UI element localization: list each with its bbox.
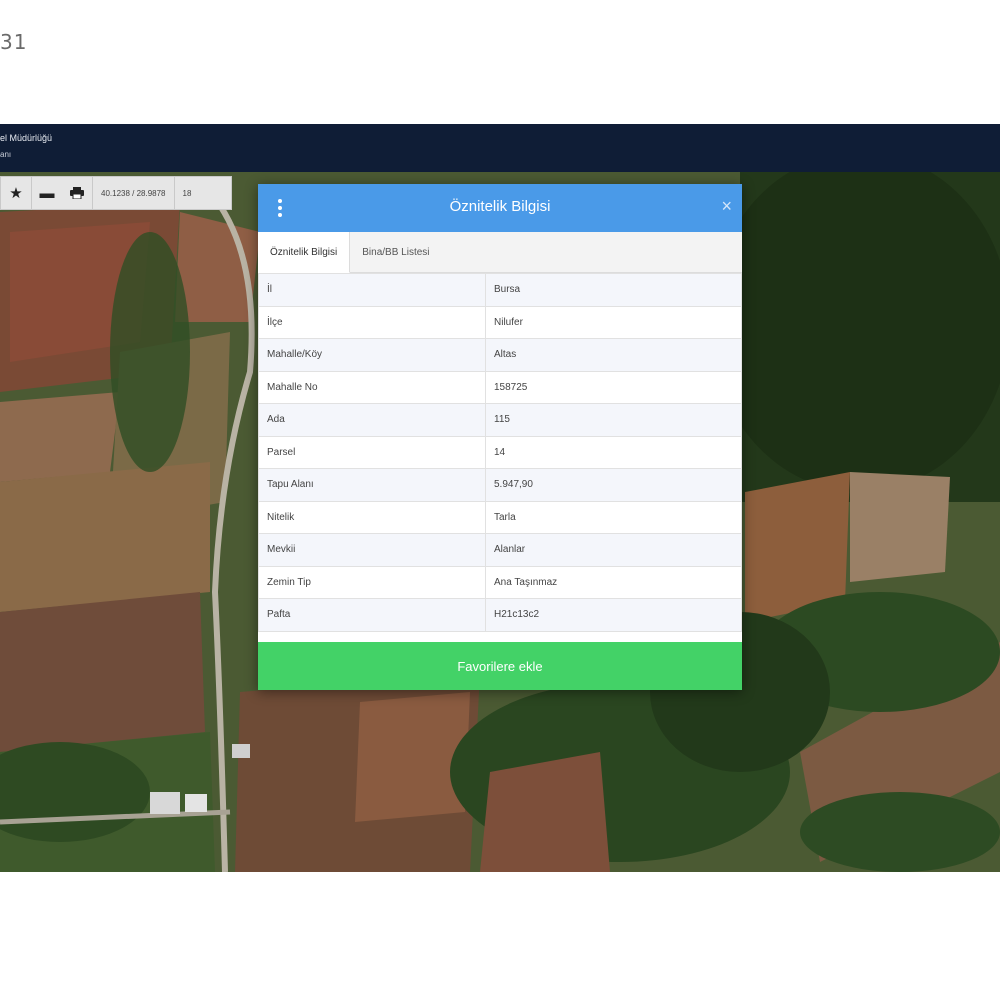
attribute-info-dialog: Öznitelik Bilgisi × Öznitelik Bilgisi Bi…: [258, 184, 742, 690]
tab-building-list[interactable]: Bina/BB Listesi: [350, 232, 441, 272]
table-row: İlçe Nilufer: [258, 305, 742, 339]
attribute-key: Pafta: [258, 598, 486, 632]
attribute-key: Nitelik: [258, 500, 486, 534]
close-icon[interactable]: ×: [721, 196, 732, 217]
attribute-value: 115: [485, 403, 742, 437]
dialog-title: Öznitelik Bilgisi: [449, 198, 551, 215]
attribute-value: 158725: [485, 370, 742, 404]
attribute-value: Nilufer: [485, 305, 742, 339]
app-header: el Müdürlüğü anı: [0, 124, 1000, 172]
attribute-table: İl Bursa İlçe Nilufer Mahalle/Köy Altas Mahall…: [258, 273, 742, 632]
table-row: Tapu Alanı 5.947,90: [258, 468, 742, 502]
header-title: el Müdürlüğü: [0, 133, 53, 143]
attribute-key: Mahalle No: [258, 370, 486, 404]
table-row: Parsel 14: [258, 435, 742, 469]
print-icon[interactable]: [62, 177, 92, 209]
corner-label: 31: [0, 30, 28, 54]
attribute-value: H21c13c2: [485, 598, 742, 632]
attribute-key: Mahalle/Köy: [258, 338, 486, 372]
dialog-tabs: Öznitelik Bilgisi Bina/BB Listesi: [258, 232, 742, 273]
attribute-key: Zemin Tip: [258, 565, 486, 599]
attribute-value: Alanlar: [485, 533, 742, 567]
add-to-favorites-button[interactable]: Favorilere ekle: [258, 642, 742, 690]
table-row: Mahalle/Köy Altas: [258, 338, 742, 372]
table-row: Mahalle No 158725: [258, 370, 742, 404]
table-row: Mevkii Alanlar: [258, 533, 742, 567]
dialog-header: Öznitelik Bilgisi ×: [258, 184, 742, 232]
coordinate-readout: 40.1238 / 28.9878: [101, 188, 166, 198]
star-icon[interactable]: ★: [1, 177, 31, 209]
attribute-key: İlçe: [258, 305, 486, 339]
table-row: Ada 115: [258, 403, 742, 437]
attribute-key: Tapu Alanı: [258, 468, 486, 502]
table-row: İl Bursa: [258, 273, 742, 307]
attribute-value: Ana Taşınmaz: [485, 565, 742, 599]
table-row: Pafta H21c13c2: [258, 598, 742, 632]
attribute-value: Altas: [485, 338, 742, 372]
table-row: Nitelik Tarla: [258, 500, 742, 534]
attribute-key: Mevkii: [258, 533, 486, 567]
attribute-value: Tarla: [485, 500, 742, 534]
map-toolbar: ★ ▬ 40.1238 / 28.9878 18: [0, 176, 232, 210]
attribute-value: 14: [485, 435, 742, 469]
minus-icon[interactable]: ▬: [32, 177, 62, 209]
attribute-key: Parsel: [258, 435, 486, 469]
attribute-key: Ada: [258, 403, 486, 437]
attribute-value: Bursa: [485, 273, 742, 307]
header-subtitle: anı: [0, 150, 12, 159]
table-row: Zemin Tip Ana Taşınmaz: [258, 565, 742, 599]
tab-attribute-info[interactable]: Öznitelik Bilgisi: [258, 232, 351, 273]
attribute-key: İl: [258, 273, 486, 307]
zoom-level: 18: [182, 188, 192, 198]
attribute-value: 5.947,90: [485, 468, 742, 502]
